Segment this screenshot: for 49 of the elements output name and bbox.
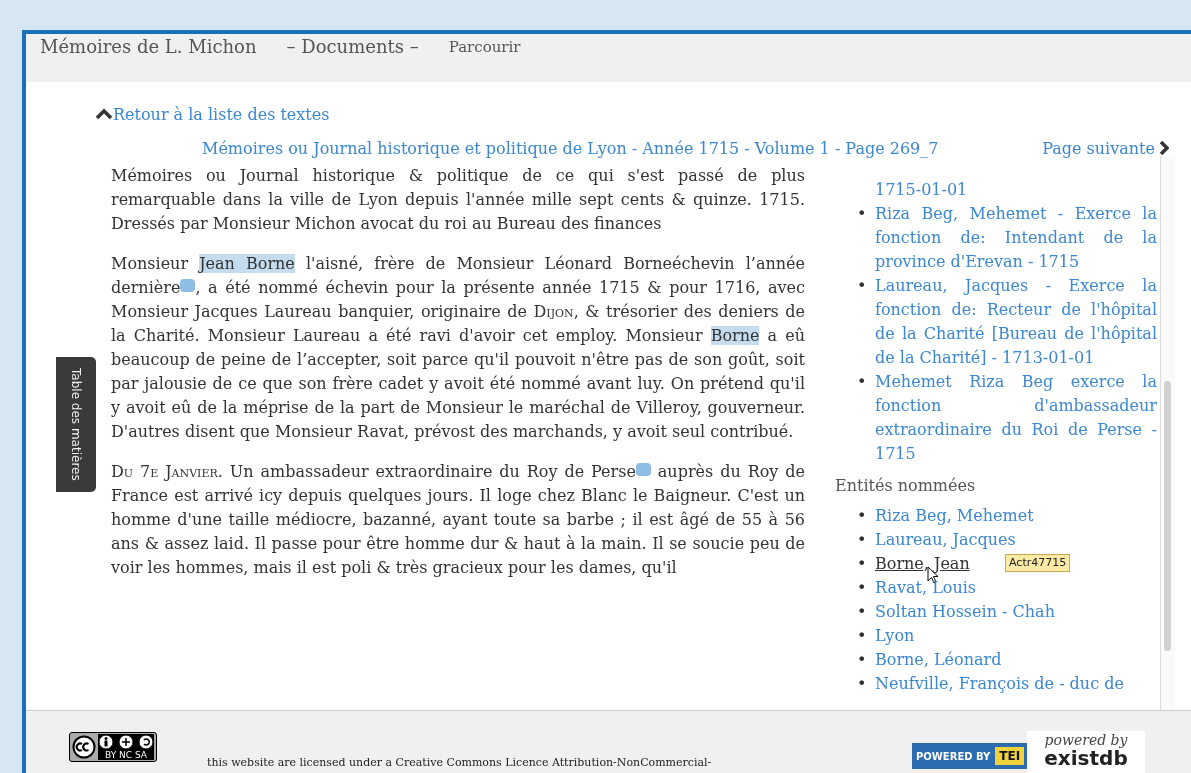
function-link[interactable]: Laureau, Jacques - Exerce la fonction de: Recteur de l'hôpital de la Charité [Bureau de l'hôpital de la Charité] - 1713-01-01 xyxy=(875,274,1157,370)
scrollbar-thumb[interactable] xyxy=(1164,381,1171,651)
paragraph: Du 7e Janvier. Un ambassadeur extraordinaire du Roy de Perse auprès du Roy de France est arrivé icy depuis quelques jours. Il loge chez Blanc le Baigneur. C'est un homme d'une taille médiocre, bazanné, ayant toute sa barbe ; il est âgé de 55 à 56 ans & assez laid. Il passe pour être homme dur & haut à la main. Il se soucie peu de voir les hommes, mais il est poli & très gracieux pour les dames, qu'il xyxy=(111,461,805,579)
bullet: • xyxy=(857,203,868,225)
document-title-link[interactable]: Mémoires ou Journal historique et politique de Lyon - Année 1715 - Volume 1 - Page 269_7 xyxy=(202,138,939,158)
section-heading: Entités nommées xyxy=(835,475,977,497)
licence-text: this website are licensed under a Creative Commons Licence Attribution-NonCommercial- xyxy=(207,756,712,769)
note-marker-icon[interactable] xyxy=(635,463,651,476)
bullet: • xyxy=(857,577,868,599)
tei-badge[interactable]: POWERED BY TEI xyxy=(912,743,1029,769)
entity-link[interactable]: Neufville, François de - duc de xyxy=(875,672,1124,696)
entity-link[interactable]: Soltan Hossein - Chah xyxy=(875,600,1055,624)
table-of-contents-tab[interactable]: Table des matières xyxy=(56,357,96,492)
site-title-link[interactable]: Mémoires de L. Michon xyxy=(40,36,257,57)
nav-menu-link[interactable]: – Documents – xyxy=(286,36,419,57)
bullet: • xyxy=(857,649,868,671)
bullet: • xyxy=(857,529,868,551)
licence-icons-drawing xyxy=(98,734,154,750)
chevron-right-icon xyxy=(1159,141,1169,155)
function-link[interactable]: 1715-01-01 xyxy=(875,178,1157,202)
entity-link[interactable]: Borne, Jean xyxy=(875,552,970,576)
function-link[interactable]: Riza Beg, Mehemet - Exerce la fonction de: Intendant de la province d'Erevan - 1715 xyxy=(875,202,1157,274)
chevron-up-icon xyxy=(96,108,112,120)
nav-menu-link[interactable]: Parcourir xyxy=(448,36,521,56)
back-link[interactable]: Retour à la liste des textes xyxy=(113,104,330,124)
bullet: • xyxy=(857,673,868,695)
cc-icon xyxy=(72,735,96,759)
entity-link[interactable]: Ravat, Louis xyxy=(875,576,977,600)
paragraph: Mémoires ou Journal historique & politique de ce qui s'est passé de plus remarquable dans la ville de Lyon depuis l'année mille sept cents & quinze. 1715. Dressés par Monsieur Michon avocat du roi au Bureau des finances xyxy=(111,165,805,235)
note-marker-icon[interactable] xyxy=(180,279,196,292)
next-page-link[interactable]: Page suivante xyxy=(1042,138,1155,158)
bullet: • xyxy=(857,601,868,623)
person-name-link[interactable]: Borne xyxy=(710,326,760,345)
person-name-link[interactable]: Jean Borne xyxy=(199,254,295,273)
bullet: • xyxy=(857,371,868,393)
entity-link[interactable]: Lyon xyxy=(875,624,915,648)
bullet: • xyxy=(857,275,868,297)
function-link[interactable]: Mehemet Riza Beg exerce la fonction d'ambassadeur extraordinaire du Roi de Perse - 1715 xyxy=(875,370,1157,466)
entity-link[interactable]: Borne, Léonard xyxy=(875,648,1002,672)
bullet: • xyxy=(857,553,868,575)
entity-link[interactable]: Laureau, Jacques xyxy=(875,528,1016,552)
entity-link[interactable]: Riza Beg, Mehemet xyxy=(875,504,1034,528)
creative-commons-badge[interactable]: BY NC SA xyxy=(69,732,157,762)
bullet: • xyxy=(857,505,868,527)
tooltip: Actr47715 xyxy=(1005,554,1071,572)
existdb-badge[interactable]: powered by existdb xyxy=(1027,731,1145,773)
badge-label: BY NC SA xyxy=(105,750,147,760)
bullet: • xyxy=(857,625,868,647)
paragraph: Monsieur Jean Borne l'aisné, frère de Monsieur Léonard Borneéchevin l’année dernière , a été nommé échevin pour la présente année 1715 & pour 1716, avec Monsieur Jacques Laureau banquier, originaire de Dijon, & trésorier des deniers de la Charité. Monsieur Laureau a été ravi d'avoir cet employ. Monsieur Borne a eû beaucoup de peine de l’accepter, soit parce qu'il pouvoit n'être pas de son goût, soit par jalousie de ce que son frère cadet y avoit été nommé avant luy. On prétend qu'il y avoit eû de la méprise de la part de Monsieur le maréchal de Villeroy, gouverneur. D'autres disent que Monsieur Ravat, prévost des marchands, y avoit seul contribué. xyxy=(111,253,805,443)
